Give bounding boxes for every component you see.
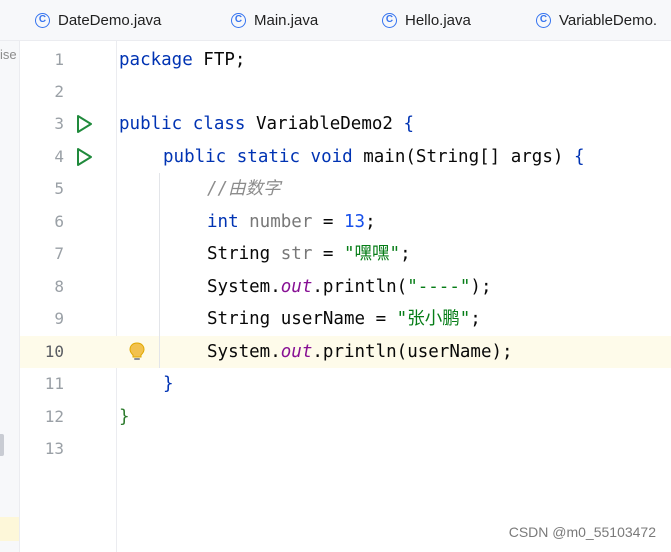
java-class-icon: C [231, 12, 246, 28]
line-number: 6 [54, 212, 64, 231]
run-class-icon[interactable] [74, 114, 94, 134]
code-line-6[interactable]: int number = 13; [207, 206, 376, 238]
line-number: 11 [44, 374, 64, 393]
tab-label: VariableDemo. [559, 11, 658, 29]
code-line-11[interactable]: } [163, 368, 174, 400]
line-number: 10 [44, 342, 64, 361]
tab-variabledemo[interactable]: C VariableDemo. [536, 0, 657, 40]
line-number: 13 [44, 439, 64, 458]
editor-tab-bar: C DateDemo.java C Main.java C Hello.java… [0, 0, 671, 41]
line-number: 12 [44, 407, 64, 426]
tab-label: DateDemo.java [58, 11, 162, 29]
line-number: 5 [54, 179, 64, 198]
scroll-marker[interactable] [0, 434, 4, 456]
code-line-4[interactable]: public static void main(String[] args) { [163, 141, 585, 173]
tab-label: Hello.java [405, 11, 471, 29]
line-number: 4 [54, 147, 64, 166]
code-line-3[interactable]: public class VariableDemo2 { [119, 108, 414, 140]
project-panel-edge[interactable]: ise [0, 41, 20, 552]
lightbulb-icon[interactable] [127, 341, 147, 363]
run-main-icon[interactable] [74, 147, 94, 167]
line-number: 2 [54, 82, 64, 101]
indent-guide [159, 173, 160, 368]
watermark: CSDN @m0_55103472 [508, 524, 656, 540]
java-class-icon: C [536, 12, 551, 28]
tab-label: Main.java [254, 11, 319, 29]
code-line-10[interactable]: System.out.println(userName); [207, 336, 513, 368]
code-line-1[interactable]: package FTP; [119, 44, 245, 76]
java-class-icon: C [382, 12, 397, 28]
tab-hello[interactable]: C Hello.java [382, 0, 471, 40]
tab-main[interactable]: C Main.java [231, 0, 318, 40]
code-line-5[interactable]: //由数字 [207, 173, 281, 205]
cut-off-text: ise [0, 47, 17, 62]
line-number: 3 [54, 114, 64, 133]
code-line-7[interactable]: String str = "嘿嘿"; [207, 238, 411, 270]
line-number: 9 [54, 309, 64, 328]
code-line-12[interactable]: } [119, 401, 130, 433]
code-line-9[interactable]: String userName = "张小鹏"; [207, 303, 481, 335]
tab-datedemo[interactable]: C DateDemo.java [35, 0, 161, 40]
line-number: 8 [54, 277, 64, 296]
selected-row-highlight [0, 517, 19, 541]
line-number: 7 [54, 244, 64, 263]
code-line-8[interactable]: System.out.println("----"); [207, 271, 492, 303]
java-class-icon: C [35, 12, 50, 28]
line-number: 1 [54, 50, 64, 69]
